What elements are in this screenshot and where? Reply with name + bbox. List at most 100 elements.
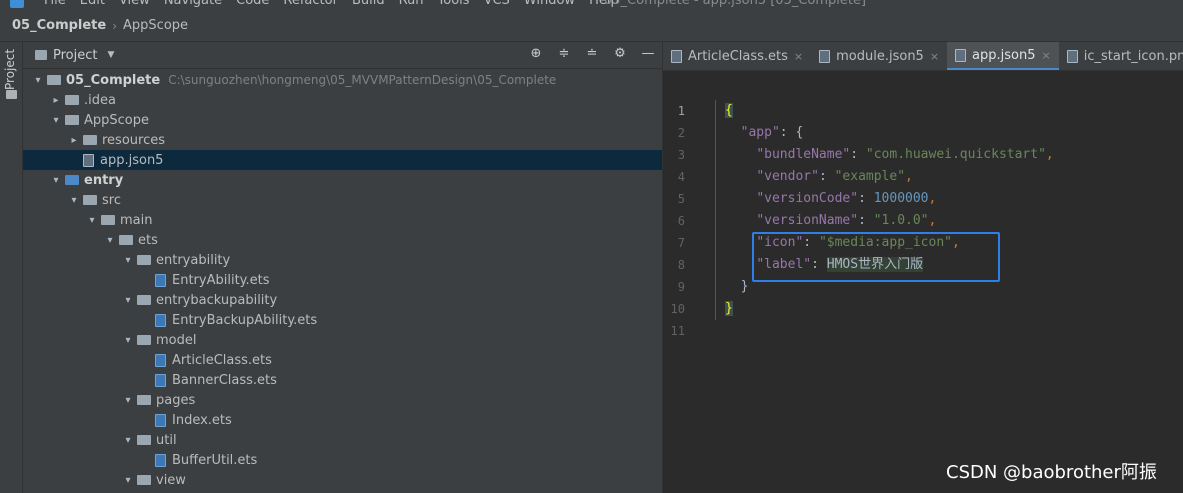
tree-item-label: entryability [156,252,231,268]
tree-item[interactable]: ▾ util [23,430,662,450]
tree-item[interactable]: BufferUtil.ets [23,450,662,470]
tree-item-path: C:\sunguozhen\hongmeng\05_MVVMPatternDes… [168,73,557,87]
chevron-down-icon[interactable]: ▾ [121,475,135,486]
collapse-all-icon[interactable]: ≐ [584,46,600,61]
tree-item[interactable]: ArticleClass.ets [23,350,662,370]
tree-item-label: app.json5 [100,152,164,168]
menu-item-run[interactable]: Run [399,0,424,8]
tab-articleclass-ets[interactable]: ArticleClass.ets × [663,42,811,70]
menu-item-code[interactable]: Code [236,0,269,8]
tab-label: ArticleClass.ets [688,49,788,64]
tree-item-label: model [156,332,197,348]
line-number: 4 [677,170,685,184]
tree-item-label: BannerClass.ets [172,372,277,388]
chevron-down-icon[interactable]: ▾ [49,115,63,126]
tree-item-label: main [120,212,153,228]
tree-item-label: src [102,192,121,208]
close-icon[interactable]: × [1042,49,1051,62]
file-icon [955,48,967,62]
close-icon[interactable]: × [794,50,803,63]
chevron-down-icon[interactable]: ▾ [103,235,117,246]
watermark: CSDN @baobrother阿振 [946,462,1157,483]
tab-module-json5[interactable]: module.json5 × [811,42,947,70]
tree-item[interactable]: ▾ entry [23,170,662,190]
menu-item-build[interactable]: Build [352,0,385,8]
ets-file-icon [155,313,166,327]
tree-item[interactable]: ▸ resources [23,130,662,150]
tree-item[interactable]: ▾ model [23,330,662,350]
folder-icon [137,295,151,305]
close-icon[interactable]: × [930,50,939,63]
menu-item-navigate[interactable]: Navigate [164,0,222,8]
code-content[interactable]: { "app": { "bundleName": "com.huawei.qui… [725,100,1054,342]
menu-item-window[interactable]: Window [524,0,575,8]
tree-item-label: entrybackupability [156,292,278,308]
chevron-down-icon[interactable]: ▾ [49,175,63,186]
folder-icon [35,50,47,60]
menu-item-view[interactable]: View [119,0,150,8]
file-icon [671,50,682,63]
breadcrumb-root[interactable]: 05_Complete [12,18,106,33]
project-tool-tab[interactable]: Project [3,49,17,90]
tree-item[interactable]: app.json5 [23,150,662,170]
tab-ic-start-icon-png[interactable]: ic_start_icon.png [1059,42,1183,70]
ets-file-icon [155,353,166,367]
code-line-1: { [725,103,733,118]
window-title: 05_Complete - app.json5 [05_Complete] [604,0,867,8]
tree-item[interactable]: ▾ src [23,190,662,210]
tree-item-label: 05_Complete [66,72,161,88]
chevron-down-icon[interactable]: ▾ [85,215,99,226]
tree-item-label: AppScope [84,112,149,128]
line-number: 8 [677,258,685,272]
code-line-7: "icon": "$media:app_icon", [756,235,960,250]
tree-item[interactable]: Index.ets [23,410,662,430]
chevron-down-icon[interactable]: ▾ [121,395,135,406]
chevron-down-icon[interactable]: ▼ [107,50,114,60]
menu-item-edit[interactable]: Edit [80,0,105,8]
code-line-10: } [725,301,733,316]
tree-item[interactable]: ▾ entrybackupability [23,290,662,310]
tree-item-label: pages [156,392,196,408]
tree-item[interactable]: ▾ main [23,210,662,230]
tree-item[interactable]: EntryBackupAbility.ets [23,310,662,330]
tree-item[interactable]: ▾ AppScope [23,110,662,130]
chevron-right-icon[interactable]: ▸ [49,95,63,106]
minimize-icon[interactable]: — [640,46,656,61]
tree-item[interactable]: ▸ .idea [23,90,662,110]
project-panel-tools: ⊕ ≑ ≐ ⚙ — [528,46,656,61]
tree-item[interactable]: ▾ 05_Complete C:\sunguozhen\hongmeng\05_MV… [23,70,662,90]
menu-item-tools[interactable]: Tools [438,0,470,8]
editor-tabs: ArticleClass.ets × module.json5 × app.json5 ×… [663,42,1183,71]
menu-item-refactor[interactable]: Refactor [283,0,338,8]
tree-item[interactable]: ▾ pages [23,390,662,410]
menu-item-file[interactable]: File [44,0,66,8]
breadcrumb-appscope[interactable]: AppScope [123,18,188,33]
chevron-down-icon[interactable]: ▾ [121,295,135,306]
expand-all-icon[interactable]: ≑ [556,46,572,61]
tab-app-json5[interactable]: app.json5 × [947,42,1059,70]
chevron-down-icon[interactable]: ▾ [121,335,135,346]
tree-item-label: resources [102,132,166,148]
tree-item[interactable]: ▾ ets [23,230,662,250]
chevron-right-icon[interactable]: ▸ [67,135,81,146]
tree-item[interactable]: EntryAbility.ets [23,270,662,290]
menu-item-vcs[interactable]: VCS [484,0,510,8]
editor-area: ArticleClass.ets × module.json5 × app.json5 ×… [662,42,1183,493]
tree-item[interactable]: BannerClass.ets [23,370,662,390]
tree-item-label: EntryBackupAbility.ets [172,312,318,328]
chevron-down-icon[interactable]: ▾ [121,435,135,446]
chevron-down-icon[interactable]: ▾ [67,195,81,206]
tree-item[interactable]: ▾ entryability [23,250,662,270]
code-line-6: "versionName": "1.0.0", [756,213,937,228]
folder-icon [83,195,97,205]
menu-bar: File Edit View Navigate Code Refactor Build Run… [0,0,1183,10]
line-number: 3 [677,148,685,162]
gear-icon[interactable]: ⚙ [612,46,628,61]
project-view-title[interactable]: Project [53,48,97,63]
chevron-down-icon[interactable]: ▾ [121,255,135,266]
tree-item[interactable]: ▾ view [23,470,662,490]
menu-items: File Edit View Navigate Code Refactor Build Run… [44,0,619,8]
target-icon[interactable]: ⊕ [528,46,544,61]
code-line-5: "versionCode": 1000000, [756,191,937,206]
chevron-down-icon[interactable]: ▾ [31,75,45,86]
